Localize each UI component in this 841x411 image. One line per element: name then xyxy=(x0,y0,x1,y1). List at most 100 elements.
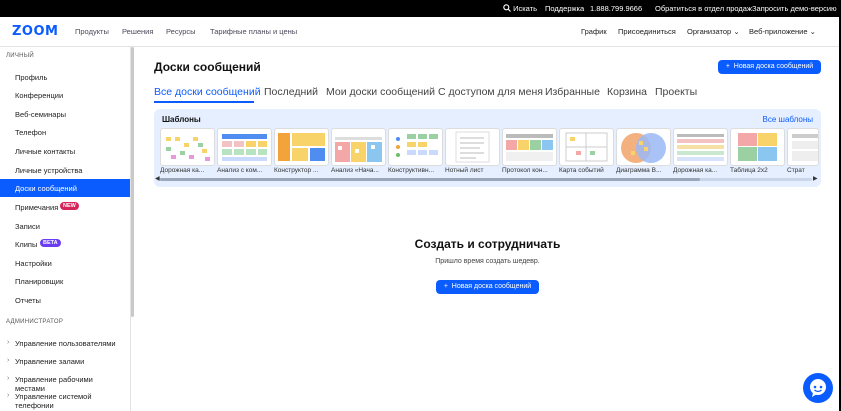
template-thumbnail xyxy=(335,137,382,162)
sidebar-item-devices[interactable]: Личные устройства xyxy=(0,161,130,179)
sidebar-admin-phone-system[interactable]: › Управление системой телефонии xyxy=(0,392,130,410)
tab-recent[interactable]: Последний xyxy=(264,86,318,98)
template-thumbnail xyxy=(738,133,777,161)
template-thumbnail xyxy=(677,134,724,161)
sidebar-item-label: Планировщик xyxy=(15,277,64,286)
sidebar-admin-label: Управление системой телефонии xyxy=(15,392,92,410)
beta-badge: BETA xyxy=(40,239,61,247)
nav-resources[interactable]: Ресурсы xyxy=(166,27,196,36)
tab-my-whiteboards[interactable]: Мои доски сообщений xyxy=(326,86,435,98)
sidebar-item-contacts[interactable]: Личные контакты xyxy=(0,142,130,160)
template-thumbnail xyxy=(278,133,325,161)
template-label: Таблица 2x2 xyxy=(730,167,768,174)
search-icon xyxy=(503,4,511,12)
template-thumbnail xyxy=(621,133,666,163)
sidebar-item-profile[interactable]: Профиль xyxy=(0,68,130,86)
zoom-logo[interactable]: zoom xyxy=(12,24,58,39)
sidebar-item-webinars[interactable]: Веб-семинары xyxy=(0,105,130,123)
template-label: Нотный лист xyxy=(445,167,484,174)
sidebar-item-notes[interactable]: Примечания NEW xyxy=(0,198,130,216)
sidebar-item-phone[interactable]: Телефон xyxy=(0,123,130,141)
sidebar-item-label: Конференции xyxy=(15,91,64,100)
tab-all-whiteboards[interactable]: Все доски сообщений xyxy=(154,86,261,98)
nav-host[interactable]: Организатор ⌄ xyxy=(687,27,740,36)
scroll-left-icon[interactable]: ◀ xyxy=(155,175,160,182)
template-label: Конструктивн... xyxy=(388,167,434,174)
nav-solutions[interactable]: Решения xyxy=(122,27,153,36)
sidebar-item-scheduler[interactable]: Планировщик xyxy=(0,272,130,290)
contact-sales-link[interactable]: Обратиться в отдел продаж xyxy=(655,4,752,13)
template-card-roadmap[interactable] xyxy=(160,128,215,166)
tab-shared-with-me[interactable]: С доступом для меня xyxy=(438,86,543,98)
template-card-event-map[interactable] xyxy=(559,128,614,166)
new-whiteboard-label: Новая доска сообщений xyxy=(733,63,814,70)
chat-icon xyxy=(810,379,826,397)
chevron-right-icon: › xyxy=(7,357,10,364)
sidebar-item-label: Клипы xyxy=(15,240,38,249)
template-label: Конструктор ... xyxy=(274,167,319,174)
sidebar-admin-rooms[interactable]: › Управление залами xyxy=(0,357,130,366)
tab-projects[interactable]: Проекты xyxy=(655,86,697,98)
template-card-builder[interactable] xyxy=(274,128,329,166)
chevron-down-icon: ⌄ xyxy=(809,27,816,36)
template-card-2x2-table[interactable] xyxy=(730,128,785,166)
sidebar-item-whiteboards[interactable]: Доски сообщений xyxy=(0,179,130,197)
sidebar-item-label: Телефон xyxy=(15,128,47,137)
sidebar-item-label: Веб-семинары xyxy=(15,110,67,119)
nav-join[interactable]: Присоединиться xyxy=(618,27,676,36)
new-whiteboard-button-secondary[interactable]: + Новая доска сообщений xyxy=(436,280,539,294)
template-thumbnail xyxy=(565,132,608,162)
chevron-down-icon: ⌄ xyxy=(733,27,740,36)
template-thumbnail xyxy=(455,131,490,163)
chevron-right-icon: › xyxy=(7,375,10,382)
new-whiteboard-label: Новая доска сообщений xyxy=(451,283,532,290)
templates-title: Шаблоны xyxy=(162,115,201,124)
template-card-constructive[interactable] xyxy=(388,128,443,166)
tab-starred[interactable]: Избранные xyxy=(545,86,600,98)
templates-scrollbar-thumb[interactable] xyxy=(160,178,700,181)
top-utility-bar: Искать Поддержка 1.888.799.9666 Обратить… xyxy=(0,0,841,17)
sidebar-item-settings[interactable]: Настройки xyxy=(0,254,130,272)
template-card-roadmap-2[interactable] xyxy=(673,128,728,166)
support-link[interactable]: Поддержка xyxy=(545,4,584,13)
template-label: Страт xyxy=(787,167,805,174)
sidebar-admin-workspaces[interactable]: › Управление рабочими местами xyxy=(0,375,130,393)
chevron-right-icon: › xyxy=(7,339,10,346)
sidebar-item-label: Доски сообщений xyxy=(15,184,77,193)
scroll-right-icon[interactable]: ▶ xyxy=(813,175,818,182)
tab-trash[interactable]: Корзина xyxy=(607,86,647,98)
all-templates-link[interactable]: Все шаблоны xyxy=(763,115,813,124)
template-card-strategy[interactable] xyxy=(787,128,819,166)
sidebar-item-label: Личные устройства xyxy=(15,166,83,175)
plus-icon: + xyxy=(443,283,448,290)
template-card-venn-diagram[interactable] xyxy=(616,128,671,166)
nav-pricing[interactable]: Тарифные планы и цены xyxy=(210,27,297,36)
sidebar-item-clips[interactable]: Клипы BETA xyxy=(0,235,130,253)
nav-web-app[interactable]: Веб-приложение ⌄ xyxy=(749,27,816,36)
template-label: Дорожная ка... xyxy=(673,167,718,174)
template-card-start-analysis[interactable] xyxy=(331,128,386,166)
template-thumbnail xyxy=(506,134,553,161)
support-chat-button[interactable] xyxy=(803,373,833,403)
search-link[interactable]: Искать xyxy=(503,4,537,13)
sidebar-item-label: Примечания xyxy=(15,203,59,212)
sidebar-admin-label: Управление пользователями xyxy=(15,339,116,348)
sidebar-item-meetings[interactable]: Конференции xyxy=(0,86,130,104)
template-thumbnail xyxy=(222,134,267,161)
sidebar-item-recordings[interactable]: Записи xyxy=(0,217,130,235)
sidebar-admin-label: Управление рабочими местами xyxy=(15,375,93,393)
new-whiteboard-button[interactable]: + Новая доска сообщений xyxy=(718,60,821,74)
nav-products[interactable]: Продукты xyxy=(75,27,109,36)
empty-state-title: Создать и сотрудничать xyxy=(414,237,561,251)
template-card-competitor-analysis[interactable] xyxy=(217,128,272,166)
sidebar-admin-label: Управление залами xyxy=(15,357,85,366)
main-content: Доски сообщений + Новая доска сообщений … xyxy=(134,47,841,411)
template-card-note-sheet[interactable] xyxy=(445,128,500,166)
template-card-meeting-notes[interactable] xyxy=(502,128,557,166)
sidebar-admin-users[interactable]: › Управление пользователями xyxy=(0,339,130,348)
nav-schedule[interactable]: График xyxy=(581,27,607,36)
phone-link[interactable]: 1.888.799.9666 xyxy=(590,4,642,13)
request-demo-link[interactable]: Запросить демо-версию xyxy=(752,4,837,13)
sidebar-item-reports[interactable]: Отчеты xyxy=(0,291,130,309)
sidebar-personal-header: ЛИЧНЫЙ xyxy=(6,53,35,59)
